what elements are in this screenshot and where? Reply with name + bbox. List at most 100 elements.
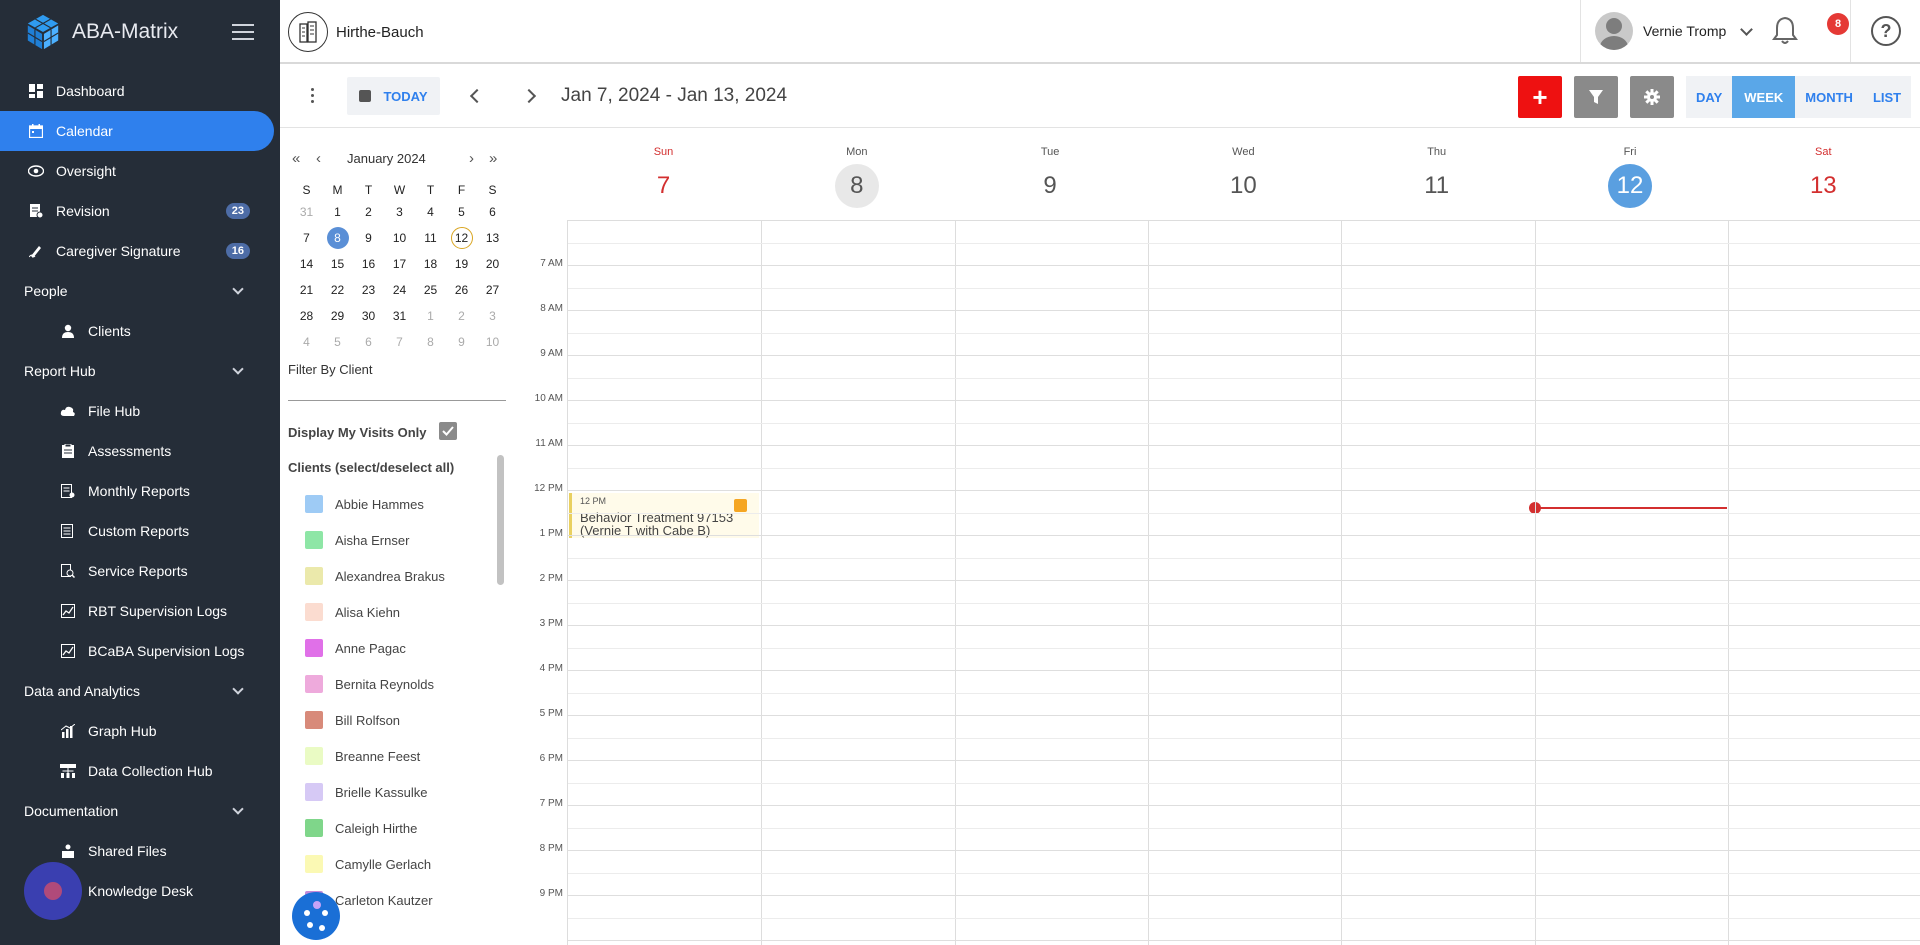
nav-service-reports[interactable]: Service Reports [0,551,280,591]
mini-calendar-day[interactable]: 17 [384,252,415,276]
settings-button[interactable] [1630,76,1674,118]
display-my-visits-checkbox[interactable] [439,422,457,440]
mini-calendar-day[interactable]: 22 [322,278,353,302]
previous-month-icon[interactable]: ‹ [316,150,321,167]
next-year-icon[interactable]: » [489,150,497,167]
day-header[interactable]: Wed 10 [1147,128,1340,220]
mini-calendar-day[interactable]: 13 [477,226,508,250]
view-list-tab[interactable]: LIST [1863,76,1911,118]
filter-by-client-label[interactable]: Filter By Client [288,362,373,377]
mini-calendar-day[interactable]: 4 [415,200,446,224]
mini-calendar-day[interactable]: 27 [477,278,508,302]
mini-calendar-day[interactable]: 16 [353,252,384,276]
nav-graph-hub[interactable]: Graph Hub [0,711,280,751]
nav-rbt-supervision-logs[interactable]: RBT Supervision Logs [0,591,280,631]
mini-calendar-day[interactable]: 9 [446,330,477,354]
nav-clients[interactable]: Clients [0,311,280,351]
mini-calendar-day[interactable]: 28 [291,304,322,328]
client-filter-item[interactable]: Bernita Reynolds [288,666,498,702]
mini-calendar-day[interactable]: 31 [384,304,415,328]
nav-bcaba-supervision-logs[interactable]: BCaBA Supervision Logs [0,631,280,671]
client-filter-item[interactable]: Bill Rolfson [288,702,498,738]
mini-calendar-day[interactable]: 23 [353,278,384,302]
previous-year-icon[interactable]: « [292,150,300,167]
mini-calendar-day[interactable]: 31 [291,200,322,224]
mini-calendar-day[interactable]: 29 [322,304,353,328]
nav-data-collection-hub[interactable]: Data Collection Hub [0,751,280,791]
nav-oversight[interactable]: Oversight [0,151,280,191]
nav-calendar[interactable]: Calendar [0,111,274,151]
day-header[interactable]: Thu 11 [1340,128,1533,220]
client-filter-item[interactable]: Abbie Hammes [288,486,498,522]
nav-custom-reports[interactable]: Custom Reports [0,511,280,551]
next-month-icon[interactable]: › [469,150,474,167]
section-data-analytics[interactable]: Data and Analytics [0,671,280,711]
previous-week-icon[interactable] [469,88,485,104]
day-header[interactable]: Tue 9 [954,128,1147,220]
client-filter-item[interactable]: Anne Pagac [288,630,498,666]
mini-calendar-day[interactable]: 3 [477,304,508,328]
calendar-grid[interactable]: 12 PM Behavior Treatment 97153 (Vernie T… [567,220,1920,945]
client-filter-item[interactable]: Caleigh Hirthe [288,810,498,846]
mini-calendar-day[interactable]: 21 [291,278,322,302]
mini-calendar-day[interactable]: 6 [477,200,508,224]
section-report-hub[interactable]: Report Hub [0,351,280,391]
cookie-settings-button[interactable] [292,892,340,940]
mini-calendar-day[interactable]: 11 [415,226,446,250]
client-filter-item[interactable]: Alexandrea Brakus [288,558,498,594]
client-filter-item[interactable]: Alisa Kiehn [288,594,498,630]
clients-select-all[interactable]: Clients (select/deselect all) [288,460,454,475]
nav-monthly-reports[interactable]: Monthly Reports [0,471,280,511]
nav-file-hub[interactable]: File Hub [0,391,280,431]
view-week-tab[interactable]: WEEK [1732,76,1796,118]
assistant-bubble-button[interactable] [24,862,82,920]
client-filter-item[interactable]: Aisha Ernser [288,522,498,558]
mini-calendar-day[interactable]: 2 [446,304,477,328]
client-filter-item[interactable]: Brielle Kassulke [288,774,498,810]
nav-revision[interactable]: Revision 23 [0,191,280,231]
mini-calendar-day[interactable]: 20 [477,252,508,276]
view-month-tab[interactable]: MONTH [1795,76,1863,118]
mini-calendar-day[interactable]: 10 [384,226,415,250]
organization[interactable]: Hirthe-Bauch [288,12,424,52]
mini-calendar-day[interactable]: 3 [384,200,415,224]
mini-calendar-day[interactable]: 18 [415,252,446,276]
mini-calendar-day[interactable]: 25 [415,278,446,302]
client-filter-item[interactable]: Breanne Feest [288,738,498,774]
mini-calendar-day[interactable]: 19 [446,252,477,276]
mini-calendar-day[interactable]: 5 [446,200,477,224]
mini-calendar-day[interactable]: 26 [446,278,477,302]
mini-calendar-day[interactable]: 10 [477,330,508,354]
mini-calendar-day[interactable]: 5 [322,330,353,354]
calendar-event[interactable]: 12 PM Behavior Treatment 97153 (Vernie T… [569,493,759,538]
day-header[interactable]: Fri 12 [1534,128,1727,220]
day-header[interactable]: Mon 8 [760,128,953,220]
user-menu[interactable]: Vernie Tromp [1580,0,1920,62]
day-header[interactable]: Sat 13 [1727,128,1920,220]
mini-calendar-day[interactable]: 4 [291,330,322,354]
next-week-icon[interactable] [521,88,537,104]
client-filter-item[interactable]: Camylle Gerlach [288,846,498,882]
view-day-tab[interactable]: DAY [1686,76,1732,118]
filter-button[interactable] [1574,76,1618,118]
nav-dashboard[interactable]: Dashboard [0,71,280,111]
mini-calendar-day[interactable]: 7 [291,226,322,250]
mini-calendar-day[interactable]: 6 [353,330,384,354]
today-button[interactable]: TODAY [347,77,440,115]
section-people[interactable]: People [0,271,280,311]
mini-calendar-day[interactable]: 12 [446,226,477,250]
mini-calendar-day[interactable]: 24 [384,278,415,302]
mini-calendar-day[interactable]: 30 [353,304,384,328]
add-event-button[interactable]: + [1518,76,1562,118]
hamburger-menu-icon[interactable] [232,19,254,45]
mini-calendar-day[interactable]: 2 [353,200,384,224]
help-icon[interactable]: ? [1871,16,1901,46]
bell-icon[interactable] [1771,15,1799,45]
mini-calendar-day[interactable]: 8 [322,226,353,250]
mini-calendar-day[interactable]: 9 [353,226,384,250]
section-documentation[interactable]: Documentation [0,791,280,831]
nav-caregiver-signature[interactable]: Caregiver Signature 16 [0,231,280,271]
mini-calendar-day[interactable]: 1 [322,200,353,224]
mini-calendar-day[interactable]: 1 [415,304,446,328]
mini-calendar-day[interactable]: 14 [291,252,322,276]
